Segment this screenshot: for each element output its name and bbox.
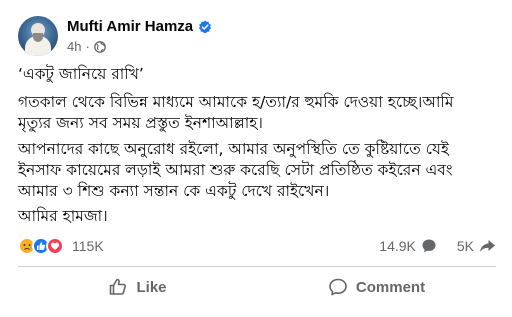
like-button-label: Like <box>136 278 167 296</box>
post-actions: Like Comment <box>18 270 496 304</box>
post-paragraph: আমির হামজা। <box>18 206 108 227</box>
comment-count-icon <box>422 239 436 253</box>
verified-badge-icon <box>199 20 212 33</box>
globe-icon[interactable] <box>93 40 106 53</box>
reaction-count: 115K <box>72 238 104 254</box>
thumbs-up-icon <box>110 278 127 295</box>
post-line: গতকাল থেকে বিভিন্ন মাধ্যমে আমাকে হ/ত্যা/… <box>18 93 454 111</box>
share-count-stat[interactable]: 5K <box>457 238 496 254</box>
comment-button-label: Comment <box>355 278 426 296</box>
post-line: ইনসাফ কায়েমের লড়াই আমরা শুরু করেছি সেট… <box>18 161 453 179</box>
actions-divider <box>18 266 496 267</box>
share-count: 5K <box>456 238 474 254</box>
like-button[interactable]: Like <box>18 270 257 304</box>
meta-separator: · <box>85 39 90 54</box>
author-row: Mufti Amir Hamza <box>67 17 212 37</box>
facebook-post: Mufti Amir Hamza 4h · ‘একটু জানিয়ে রাখি… <box>0 0 512 317</box>
post-stats: 115K 14.9K 5K <box>18 234 496 258</box>
comment-button[interactable]: Comment <box>257 270 496 304</box>
post-line: মৃত্যুর জন্য সব সময় প্রস্তুত ইনশাআল্লাহ… <box>18 114 263 132</box>
post-paragraph: গতকাল থেকে বিভিন্ন মাধ্যমে আমাকে হ/ত্যা/… <box>18 92 453 134</box>
post-paragraph: আপনাদের কাছে অনুরোধ রইলো, আমার অনুপস্থিত… <box>18 139 453 202</box>
reactions-summary[interactable]: 115K <box>18 237 104 255</box>
post-paragraph: ‘একটু জানিয়ে রাখি’ <box>18 64 144 85</box>
post-time[interactable]: 4h <box>67 39 81 54</box>
post-time-row: 4h · <box>67 38 212 56</box>
comment-count-stat[interactable]: 14.9K <box>379 238 437 254</box>
author-avatar[interactable] <box>18 16 58 56</box>
love-reaction-icon <box>46 237 64 255</box>
post-line: আমার ৩ শিশু কন্যা সন্তান কে একটু দেখে রা… <box>18 182 330 200</box>
post-header: Mufti Amir Hamza 4h · <box>18 14 212 58</box>
share-arrow-icon <box>480 240 495 252</box>
post-line: আপনাদের কাছে অনুরোধ রইলো, আমার অনুপস্থিত… <box>18 140 449 158</box>
comment-bubble-icon <box>329 278 347 296</box>
engagement-stats: 14.9K 5K <box>379 238 496 254</box>
post-line: ‘একটু জানিয়ে রাখি’ <box>18 65 144 83</box>
post-meta: Mufti Amir Hamza 4h · <box>67 17 212 56</box>
post-line: আমির হামজা। <box>18 207 108 225</box>
author-name[interactable]: Mufti Amir Hamza <box>67 18 193 35</box>
comment-count: 14.9K <box>379 238 416 254</box>
